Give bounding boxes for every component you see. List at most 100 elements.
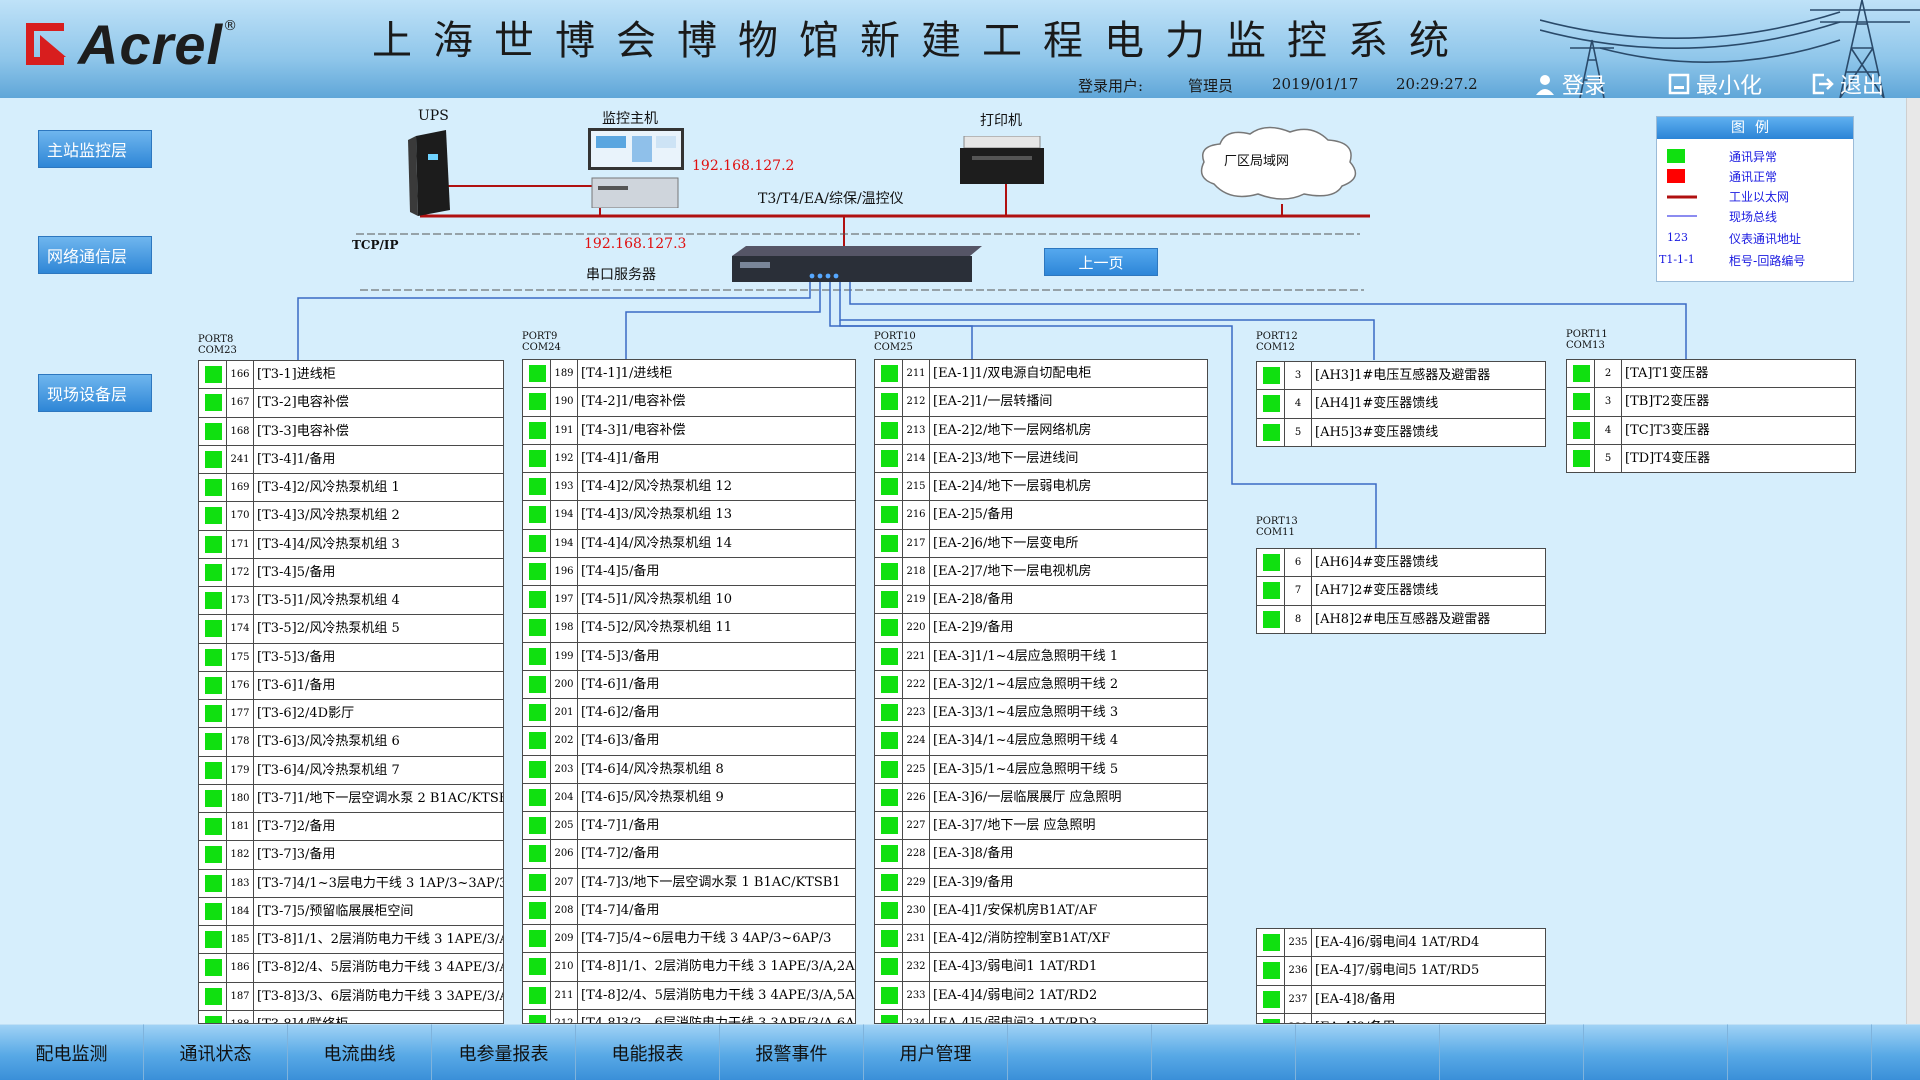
table-row[interactable]: 199 [T4-5]3/备用 [523, 642, 855, 671]
table-row[interactable]: 5 [TD]T4变压器 [1567, 444, 1855, 472]
table-row[interactable]: 6 [AH6]4#变压器馈线 [1257, 549, 1545, 578]
table-row[interactable]: 167 [T3-2]电容补偿 [199, 389, 503, 418]
table-row[interactable]: 221 [EA-3]1/1~4层应急照明干线 1 [875, 642, 1207, 671]
table-row[interactable]: 211 [EA-1]1/双电源自切配电柜 [875, 360, 1207, 389]
table-row[interactable]: 233 [EA-4]4/弱电间2 1AT/RD2 [875, 981, 1207, 1010]
table-row[interactable]: 194 [T4-4]3/风冷热泵机组 13 [523, 501, 855, 530]
table-row[interactable]: 229 [EA-3]9/备用 [875, 868, 1207, 897]
table-row[interactable]: 191 [T4-3]1/电容补偿 [523, 416, 855, 445]
table-row[interactable]: 208 [T4-7]4/备用 [523, 896, 855, 925]
table-row[interactable]: 217 [EA-2]6/地下一层变电所 [875, 529, 1207, 558]
prev-page-button[interactable]: 上一页 [1044, 248, 1158, 276]
nav-button-7[interactable]: 用户管理 [864, 1024, 1008, 1080]
table-row[interactable]: 214 [EA-2]3/地下一层进线间 [875, 444, 1207, 473]
table-row[interactable]: 176 [T3-6]1/备用 [199, 671, 503, 700]
table-row[interactable]: 207 [T4-7]3/地下一层空调水泵 1 B1AC/KTSB1 [523, 868, 855, 897]
table-row[interactable]: 200 [T4-6]1/备用 [523, 670, 855, 699]
nav-button-4[interactable]: 电参量报表 [432, 1024, 576, 1080]
table-row[interactable]: 171 [T3-4]4/风冷热泵机组 3 [199, 530, 503, 559]
table-row[interactable]: 169 [T3-4]2/风冷热泵机组 1 [199, 474, 503, 503]
table-row[interactable]: 177 [T3-6]2/4D影厅 [199, 700, 503, 729]
table-row[interactable]: 188[T3-8]4/联络柜 [199, 1010, 503, 1023]
table-row[interactable]: 4 [AH4]1#变压器馈线 [1257, 390, 1545, 419]
table-row[interactable]: 179 [T3-6]4/风冷热泵机组 7 [199, 756, 503, 785]
table-row[interactable]: 209 [T4-7]5/4~6层电力干线 3 4AP/3~6AP/3 [523, 925, 855, 954]
table-row[interactable]: 175 [T3-5]3/备用 [199, 643, 503, 672]
table-row[interactable]: 202 [T4-6]3/备用 [523, 727, 855, 756]
vertical-scrollbar[interactable] [1906, 98, 1920, 1024]
table-row[interactable]: 182 [T3-7]3/备用 [199, 841, 503, 870]
nav-button-5[interactable]: 电能报表 [576, 1024, 720, 1080]
table-row[interactable]: 193 [T4-4]2/风冷热泵机组 12 [523, 473, 855, 502]
table-row[interactable]: 222 [EA-3]2/1~4层应急照明干线 2 [875, 670, 1207, 699]
table-row[interactable]: 220 [EA-2]9/备用 [875, 614, 1207, 643]
nav-button-11[interactable] [1440, 1024, 1584, 1080]
table-row[interactable]: 5 [AH5]3#变压器馈线 [1257, 418, 1545, 446]
table-row[interactable]: 173 [T3-5]1/风冷热泵机组 4 [199, 587, 503, 616]
table-row[interactable]: 187 [T3-8]3/3、6层消防电力干线 3 3APE/3/A, [199, 982, 503, 1011]
table-row[interactable]: 181 [T3-7]2/备用 [199, 813, 503, 842]
table-row[interactable]: 224 [EA-3]4/1~4层应急照明干线 4 [875, 727, 1207, 756]
table-row[interactable]: 192 [T4-4]1/备用 [523, 444, 855, 473]
table-row[interactable]: 212 [EA-2]1/一层转播间 [875, 388, 1207, 417]
table-row[interactable]: 3 [AH3]1#电压互感器及避雷器 [1257, 362, 1545, 391]
table-row[interactable]: 205 [T4-7]1/备用 [523, 812, 855, 841]
nav-button-8[interactable] [1008, 1024, 1152, 1080]
table-row[interactable]: 228 [EA-3]8/备用 [875, 840, 1207, 869]
table-row[interactable]: 230 [EA-4]1/安保机房B1AT/AF [875, 896, 1207, 925]
table-row[interactable]: 203 [T4-6]4/风冷热泵机组 8 [523, 755, 855, 784]
table-row[interactable]: 212[T4-8]3/3、6层消防电力干线 3 3APE/3/A,6APE/3/… [523, 1009, 855, 1023]
table-row[interactable]: 8 [AH8]2#电压互感器及避雷器 [1257, 605, 1545, 633]
table-row[interactable]: 174 [T3-5]2/风冷热泵机组 5 [199, 615, 503, 644]
nav-button-3[interactable]: 电流曲线 [288, 1024, 432, 1080]
table-row[interactable]: 236 [EA-4]7/弱电间5 1AT/RD5 [1257, 957, 1545, 986]
nav-button-13[interactable] [1728, 1024, 1872, 1080]
nav-button-2[interactable]: 通讯状态 [144, 1024, 288, 1080]
table-row[interactable]: 227 [EA-3]7/地下一层 应急照明 [875, 812, 1207, 841]
table-row[interactable]: 235 [EA-4]6/弱电间4 1AT/RD4 [1257, 929, 1545, 958]
table-row[interactable]: 213 [EA-2]2/地下一层网络机房 [875, 416, 1207, 445]
nav-button-10[interactable] [1296, 1024, 1440, 1080]
table-row[interactable]: 204 [T4-6]5/风冷热泵机组 9 [523, 783, 855, 812]
table-row[interactable]: 183 [T3-7]4/1~3层电力干线 3 1AP/3~3AP/3 [199, 869, 503, 898]
table-row[interactable]: 4 [TC]T3变压器 [1567, 416, 1855, 445]
table-row[interactable]: 206 [T4-7]2/备用 [523, 840, 855, 869]
table-row[interactable]: 237 [EA-4]8/备用 [1257, 985, 1545, 1014]
table-row[interactable]: 216 [EA-2]5/备用 [875, 501, 1207, 530]
nav-button-6[interactable]: 报警事件 [720, 1024, 864, 1080]
minimize-button[interactable]: 最小化 [1668, 70, 1762, 98]
table-row[interactable]: 190 [T4-2]1/电容补偿 [523, 388, 855, 417]
table-row[interactable]: 170 [T3-4]3/风冷热泵机组 2 [199, 502, 503, 531]
table-row[interactable]: 201 [T4-6]2/备用 [523, 699, 855, 728]
table-row[interactable]: 184 [T3-7]5/预留临展展柜空间 [199, 897, 503, 926]
table-row[interactable]: 219 [EA-2]8/备用 [875, 586, 1207, 615]
table-row[interactable]: 180 [T3-7]1/地下一层空调水泵 2 B1AC/KTSB2 [199, 784, 503, 813]
table-row[interactable]: 196 [T4-4]5/备用 [523, 557, 855, 586]
table-row[interactable]: 211[T4-8]2/4、5层消防电力干线 3 4APE/3/A,5APE/3/… [523, 981, 855, 1010]
nav-button-14[interactable] [1872, 1024, 1920, 1080]
table-row[interactable]: 225 [EA-3]5/1~4层应急照明干线 5 [875, 755, 1207, 784]
table-row[interactable]: 234 [EA-4]5/弱电间3 1AT/RD3 [875, 1009, 1207, 1023]
table-row[interactable]: 168 [T3-3]电容补偿 [199, 417, 503, 446]
table-row[interactable]: 186 [T3-8]2/4、5层消防电力干线 3 4APE/3/A, [199, 954, 503, 983]
table-row[interactable]: 210[T4-8]1/1、2层消防电力干线 3 1APE/3/A,2APE/3/… [523, 953, 855, 982]
table-row[interactable]: 223 [EA-3]3/1~4层应急照明干线 3 [875, 699, 1207, 728]
table-row[interactable]: 215 [EA-2]4/地下一层弱电机房 [875, 473, 1207, 502]
table-row[interactable]: 226 [EA-3]6/一层临展展厅 应急照明 [875, 783, 1207, 812]
nav-button-9[interactable] [1152, 1024, 1296, 1080]
table-row[interactable]: 241 [T3-4]1/备用 [199, 445, 503, 474]
table-row[interactable]: 198 [T4-5]2/风冷热泵机组 11 [523, 614, 855, 643]
exit-button[interactable]: 退出 [1812, 70, 1884, 98]
table-row[interactable]: 2 [TA]T1变压器 [1567, 360, 1855, 389]
table-row[interactable]: 7 [AH7]2#变压器馈线 [1257, 577, 1545, 606]
nav-button-12[interactable] [1584, 1024, 1728, 1080]
table-row[interactable]: 166 [T3-1]进线柜 [199, 361, 503, 390]
table-row[interactable]: 197 [T4-5]1/风冷热泵机组 10 [523, 586, 855, 615]
table-row[interactable]: 231 [EA-4]2/消防控制室B1AT/XF [875, 925, 1207, 954]
table-row[interactable]: 172 [T3-4]5/备用 [199, 558, 503, 587]
table-row[interactable]: 3 [TB]T2变压器 [1567, 388, 1855, 417]
table-row[interactable]: 238[EA-4]9/备用 [1257, 1013, 1545, 1023]
table-row[interactable]: 232 [EA-4]3/弱电间1 1AT/RD1 [875, 953, 1207, 982]
table-row[interactable]: 218 [EA-2]7/地下一层电视机房 [875, 557, 1207, 586]
login-button[interactable]: 登录 [1534, 70, 1606, 98]
